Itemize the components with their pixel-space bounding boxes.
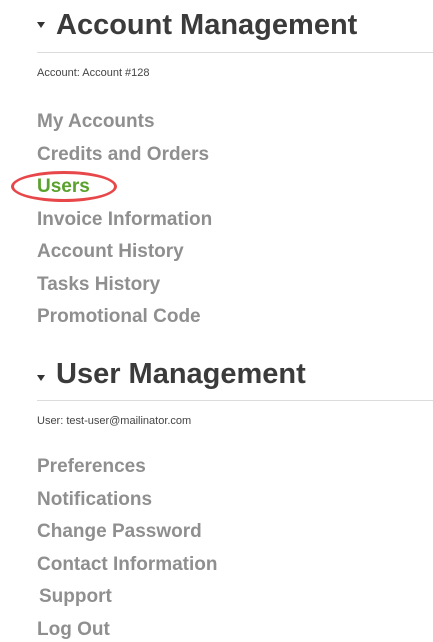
nav-item-preferences[interactable]: Preferences	[37, 456, 218, 489]
nav-item-promotional-code[interactable]: Promotional Code	[37, 306, 212, 339]
nav-item-contact-information[interactable]: Contact Information	[37, 554, 218, 587]
nav-item-notifications[interactable]: Notifications	[37, 489, 218, 522]
account-context-label: Account: Account #128	[37, 67, 150, 79]
section-divider	[37, 52, 433, 53]
account-management-section: Account Management Account: Account #128…	[0, 0, 433, 327]
user-management-header[interactable]: User Management	[0, 352, 433, 402]
user-management-title: User Management	[56, 358, 306, 390]
nav-item-log-out[interactable]: Log Out	[37, 619, 218, 642]
caret-down-icon[interactable]	[37, 22, 45, 28]
nav-item-invoice-information[interactable]: Invoice Information	[37, 209, 212, 242]
account-management-header[interactable]: Account Management	[0, 0, 433, 50]
user-context-label: User: test-user@mailinator.com	[37, 415, 192, 427]
account-management-title: Account Management	[56, 9, 358, 41]
nav-item-credits-and-orders[interactable]: Credits and Orders	[37, 144, 212, 177]
nav-item-tasks-history[interactable]: Tasks History	[37, 274, 212, 307]
nav-item-support[interactable]: Support	[37, 586, 218, 619]
section-divider	[37, 400, 433, 401]
nav-item-my-accounts[interactable]: My Accounts	[37, 111, 212, 144]
account-nav-list: My Accounts Credits and Orders Users Inv…	[37, 111, 212, 339]
user-nav-list: Preferences Notifications Change Passwor…	[37, 456, 218, 642]
nav-item-change-password[interactable]: Change Password	[37, 521, 218, 554]
nav-item-account-history[interactable]: Account History	[37, 241, 212, 274]
caret-down-icon[interactable]	[37, 375, 45, 381]
nav-item-users[interactable]: Users	[37, 176, 212, 209]
